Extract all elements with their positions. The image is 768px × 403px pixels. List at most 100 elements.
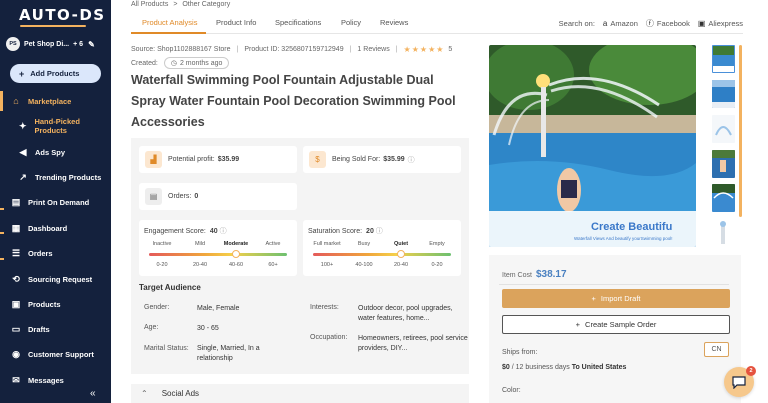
gender-value: Male, Female — [197, 305, 240, 312]
support-icon: ◉ — [12, 348, 20, 359]
engagement-gauge — [149, 253, 287, 256]
tab-reviews[interactable]: Reviews — [380, 18, 408, 27]
amazon-link[interactable]: a Amazon — [603, 19, 638, 28]
product-title: Waterfall Swimming Pool Fountain Adjusta… — [131, 73, 456, 129]
level-label: Moderate — [223, 241, 249, 247]
facebook-label: Facebook — [656, 19, 690, 28]
gallery-thumbnail[interactable] — [712, 218, 735, 246]
create-sample-order-label: Create Sample Order — [585, 320, 657, 329]
sidebar-item-label: Ads Spy — [35, 147, 66, 157]
age-label: Age: — [144, 324, 159, 331]
tab-product-analysis[interactable]: Product Analysis — [142, 18, 197, 27]
collapse-sidebar-icon[interactable]: « — [90, 388, 96, 399]
plus-icon: + — [19, 68, 25, 79]
engagement-score-title: Engagement Score: 40 ⓘ — [144, 226, 227, 236]
aliexpress-link[interactable]: ▣ Aliexpress — [698, 19, 743, 28]
tab-specifications[interactable]: Specifications — [275, 18, 321, 27]
sidebar-item-orders[interactable]: ☰ Orders — [0, 246, 111, 260]
aliexpress-label: Aliexpress — [708, 19, 743, 28]
sidebar-item-sourcing-request[interactable]: ⟲ Sourcing Request — [0, 272, 111, 286]
plus-icon: + — [575, 320, 581, 329]
ships-from-option-cn[interactable]: CN — [704, 342, 729, 357]
sidebar-item-hand-picked[interactable]: ✦ Hand-Picked Products — [0, 117, 111, 135]
sidebar-item-marketplace[interactable]: ⌂ Marketplace — [0, 94, 111, 108]
divider: | — [349, 46, 352, 53]
aliexpress-icon: ▣ — [697, 19, 706, 28]
info-icon[interactable]: ⓘ — [408, 155, 415, 165]
import-draft-button[interactable]: + Import Draft — [502, 289, 730, 308]
reviews-count[interactable]: 1 Reviews — [357, 46, 389, 53]
breadcrumb: All Products > Other Category — [131, 1, 233, 8]
source-store[interactable]: Source: Shop1102888167 Store — [131, 46, 231, 53]
sidebar-item-label: Hand-Picked Products — [34, 117, 80, 135]
product-meta: Source: Shop1102888167 Store | Product I… — [131, 45, 452, 54]
created-label: Created: — [131, 59, 158, 67]
sidebar-item-dashboard[interactable]: ▦ Dashboard — [0, 221, 111, 235]
orders-icon: ▤ — [145, 188, 162, 205]
sidebar-item-customer-support[interactable]: ◉ Customer Support — [0, 347, 111, 361]
sidebar-item-drafts[interactable]: ▭ Drafts — [0, 322, 111, 336]
printer-icon: ▤ — [11, 196, 21, 207]
level-label: Busy — [357, 241, 371, 247]
target-audience-title: Target Audience — [139, 283, 201, 292]
divider: | — [395, 46, 398, 53]
tab-product-info[interactable]: Product Info — [216, 18, 256, 27]
amazon-label: Amazon — [610, 19, 638, 28]
marital-label: Marital Status: — [144, 345, 189, 352]
gallery-thumbnail[interactable] — [712, 184, 735, 212]
plus-icon: + — [591, 294, 596, 303]
sidebar-item-products[interactable]: ▣ Products — [0, 297, 111, 311]
breadcrumb-all-products[interactable]: All Products — [131, 1, 168, 8]
item-cost: Item Cost $38.17 — [502, 269, 567, 280]
item-cost-value: $38.17 — [535, 269, 567, 280]
sidebar-item-print-on-demand[interactable]: ▤ Print On Demand — [0, 195, 111, 209]
thumbnail-scrollbar[interactable] — [739, 45, 742, 217]
sidebar-item-label: Messages — [28, 375, 64, 385]
info-icon[interactable]: ⓘ — [220, 228, 227, 235]
saturation-gauge-marker — [397, 250, 405, 258]
created-badge: ◷ 2 months ago — [163, 57, 230, 69]
image-caption: Create Beautifu — [591, 221, 673, 233]
gallery-thumbnail[interactable] — [712, 45, 735, 73]
range-label: 0-20 — [156, 262, 168, 268]
gallery-thumbnail[interactable] — [712, 150, 735, 178]
gender-label: Gender: — [144, 304, 170, 311]
engagement-gauge-marker — [232, 250, 240, 258]
shipping-destination[interactable]: To United States — [572, 364, 627, 371]
gallery-thumbnail[interactable] — [712, 80, 735, 108]
gallery-thumbnail[interactable] — [712, 115, 735, 143]
range-label: 100+ — [320, 262, 334, 268]
message-icon: ✉ — [12, 374, 20, 385]
level-label: Full market — [313, 241, 341, 247]
autods-logo[interactable]: AUTO-DS — [19, 6, 106, 24]
sidebar-item-messages[interactable]: ✉ Messages — [0, 373, 111, 387]
divider: | — [236, 46, 239, 53]
ships-from-label: Ships from: — [502, 349, 538, 356]
breadcrumb-separator: > — [173, 1, 178, 8]
thumbnail-image — [712, 150, 735, 178]
logo-underline — [20, 25, 86, 27]
edit-icon[interactable]: ✎ — [88, 40, 95, 49]
drafts-icon: ▭ — [11, 323, 21, 334]
add-products-button[interactable]: + Add Products — [10, 64, 101, 83]
amazon-icon: a — [602, 19, 608, 28]
shipping-price: $0 — [502, 364, 510, 371]
store-name: Pet Shop Di... — [24, 40, 70, 48]
sidebar-item-ads-spy[interactable]: ◀ Ads Spy — [0, 145, 111, 159]
social-ads-section[interactable]: ⌃ Social Ads — [131, 384, 469, 403]
info-icon[interactable]: ⓘ — [376, 228, 383, 235]
rating-stars: ★★★★★ — [403, 45, 445, 54]
create-sample-order-button[interactable]: + Create Sample Order — [502, 315, 730, 334]
thumbnail-image — [712, 80, 735, 108]
breadcrumb-category[interactable]: Other Category — [182, 1, 230, 8]
product-main-image[interactable]: Create Beautifu Waterfall Views And beau… — [489, 45, 696, 247]
saturation-score-title: Saturation Score: 20 ⓘ — [308, 226, 383, 236]
store-selector[interactable]: PS Pet Shop Di... + 6 ✎ — [6, 37, 106, 51]
facebook-link[interactable]: ⓕ Facebook — [646, 18, 690, 29]
sidebar-item-trending[interactable]: ↗ Trending Products — [0, 170, 111, 184]
item-cost-label: Item Cost — [502, 272, 532, 279]
range-label: 60+ — [268, 262, 278, 268]
image-subcaption: Waterfall Views And beautify yourSwimmin… — [574, 236, 673, 241]
tab-policy[interactable]: Policy — [341, 18, 361, 27]
potential-profit-value: $35.99 — [217, 156, 240, 163]
